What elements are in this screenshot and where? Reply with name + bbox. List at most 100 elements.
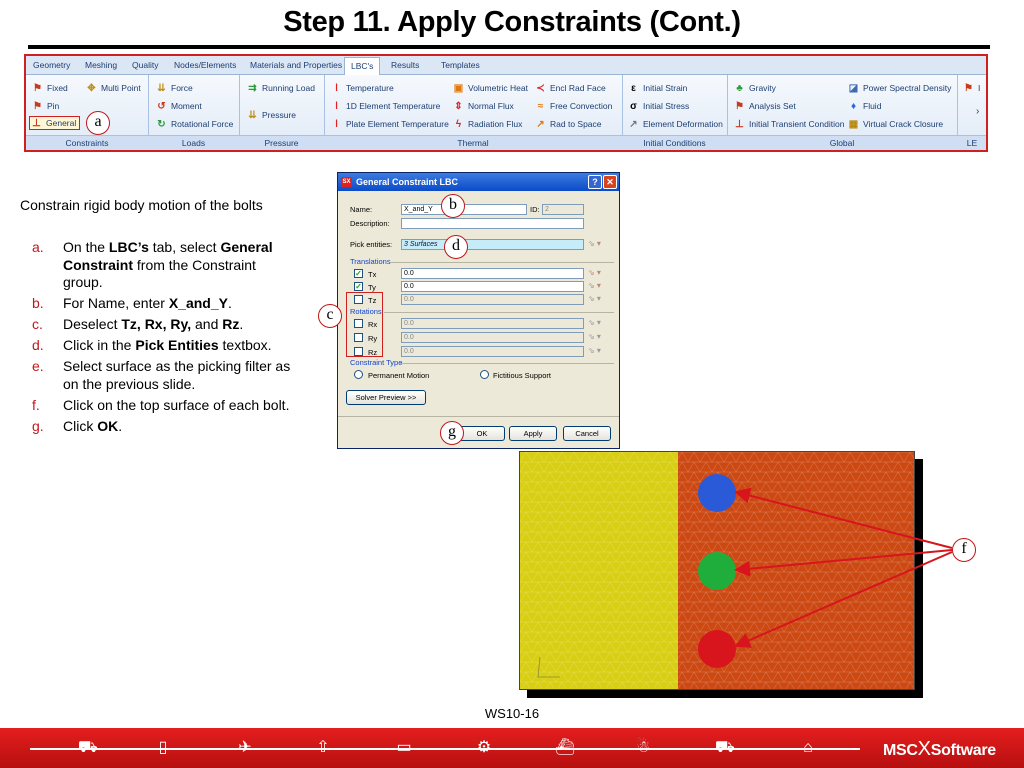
rotational-force-button[interactable]: ↻ Rotational Force [156,117,233,131]
gear-icon: ⚙ [476,739,492,756]
callout-g: g [440,421,464,445]
tz-value-field[interactable]: 0.0 [401,294,584,305]
initial-strain-button[interactable]: ε Initial Strain [628,81,687,95]
ship-icon: ⛴ [554,739,576,756]
close-icon[interactable]: ✕ [603,175,617,189]
power-spectral-density-button[interactable]: ◪ Power Spectral Density [848,81,952,95]
epsilon-icon: ε [631,82,636,94]
group-label-loads: Loads [181,138,206,148]
rad-to-space-icon: ↗ [536,118,545,130]
field-menu-icon[interactable]: ⇘ ▾ [588,346,601,355]
pick-entities-label: Pick entities: [350,240,393,249]
instruction-step: a. On the LBC’s tab, select General Const… [32,239,273,290]
volumetric-heat-icon: ▣ [453,82,464,94]
element-deformation-button[interactable]: ↗ Element Deformation [628,117,723,131]
rotational-force-icon: ↻ [157,118,166,130]
virtual-crack-closure-button[interactable]: ▦ Virtual Crack Closure [848,117,943,131]
normal-flux-button[interactable]: ⇕ Normal Flux [453,99,514,113]
gravity-button[interactable]: ♣ Gravity [734,81,776,95]
bolt-top-surface-blue[interactable] [698,474,736,512]
tab-geometry[interactable]: Geometry [33,58,70,74]
general-constraint-button[interactable]: ⊥ General [29,116,81,130]
airplane-icon: ✈ [238,739,252,756]
running-load-icon: ⇉ [248,82,257,94]
group-label-le: LE [966,138,978,148]
permanent-motion-radio[interactable] [354,370,363,379]
force-button[interactable]: ⇊ Force [156,81,192,95]
field-menu-icon[interactable]: ⇘ ▾ [588,318,601,327]
tab-meshing[interactable]: Meshing [85,58,117,74]
tx-value-field[interactable]: 0.0 [401,268,584,279]
tab-nodes-elements[interactable]: Nodes/Elements [174,58,236,74]
overflow-button[interactable]: ⚑ I [963,81,980,95]
free-convection-button[interactable]: ≈ Free Convection [535,99,613,113]
ty-label: Ty [368,283,376,292]
help-icon[interactable]: ? [588,175,602,189]
rz-value-field[interactable]: 0.0 [401,346,584,357]
tab-results[interactable]: Results [391,58,419,74]
analysis-set-button[interactable]: ⚑ Analysis Set [734,99,796,113]
moment-button[interactable]: ↺ Moment [156,99,201,113]
solver-preview-button[interactable]: Solver Preview >> [346,390,426,405]
dialog-titlebar[interactable]: SX General Constraint LBC ? ✕ [338,173,619,191]
encl-rad-face-button[interactable]: ≺ Encl Rad Face [535,81,605,95]
model-viewport[interactable] [519,451,915,690]
pick-filter-icon[interactable]: ⇘ ▾ [588,239,601,248]
initial-stress-button[interactable]: σ Initial Stress [628,99,689,113]
1d-element-temperature-button[interactable]: ǀ 1D Element Temperature [331,99,440,113]
multi-point-button[interactable]: ✥ Multi Point [86,81,140,95]
id-field[interactable]: 2 [542,204,584,215]
description-field[interactable] [401,218,584,229]
callout-d: d [444,235,468,259]
thermometer-icon: ǀ [335,82,338,94]
instruction-step: f. Click on the top surface of each bolt. [32,396,290,413]
ribbon-tabs: Geometry Meshing Quality Nodes/Elements … [26,56,986,76]
cancel-button[interactable]: Cancel [563,426,611,441]
field-menu-icon[interactable]: ⇘ ▾ [588,332,601,341]
tab-templates[interactable]: Templates [441,58,480,74]
instruction-step: d. Click in the Pick Entities textbox. [32,337,272,353]
rx-value-field[interactable]: 0.0 [401,318,584,329]
encl-rad-face-icon: ≺ [536,82,545,94]
tx-checkbox[interactable]: ✓ [354,269,363,278]
instruction-step: e. Select surface as the picking filter a… [32,358,291,392]
temperature-button[interactable]: ǀ Temperature [331,81,394,95]
instruction-step: c. Deselect Tz, Rx, Ry, and Rz. [32,316,244,332]
tab-quality[interactable]: Quality [132,58,158,74]
ty-value-field[interactable]: 0.0 [401,281,584,292]
ribbon-scroll-right-icon[interactable]: › [976,106,979,117]
tx-label: Tx [368,270,377,279]
fixed-button[interactable]: ⚑ Fixed [32,81,68,95]
section-divider [400,363,614,364]
pressure-button[interactable]: ⇊ Pressure [247,108,296,122]
thermometer-icon: ǀ [335,118,338,130]
running-load-button[interactable]: ⇉ Running Load [247,81,315,95]
plate-element-temperature-button[interactable]: ǀ Plate Element Temperature [331,117,449,131]
sigma-icon: σ [630,100,637,112]
force-icon: ⇊ [157,82,166,94]
field-menu-icon[interactable]: ⇘ ▾ [588,294,601,303]
section-divider [384,312,614,313]
ok-button[interactable]: OK [459,426,505,441]
tab-lbcs[interactable]: LBC's [344,57,381,76]
free-convection-icon: ≈ [537,100,544,112]
pick-entities-field[interactable]: 3 Surfaces [401,239,584,250]
fictitious-support-label: Fictitious Support [493,371,551,380]
field-menu-icon[interactable]: ⇘ ▾ [588,268,601,277]
fictitious-support-radio[interactable] [480,370,489,379]
bolt-top-surface-red[interactable] [698,630,736,668]
rad-to-space-button[interactable]: ↗ Rad to Space [535,117,601,131]
ty-checkbox[interactable]: ✓ [354,282,363,291]
field-menu-icon[interactable]: ⇘ ▾ [588,281,601,290]
radiation-flux-button[interactable]: ϟ Radiation Flux [453,117,523,131]
bolt-top-surface-green[interactable] [698,552,736,590]
group-label-constraints: Constraints [65,138,109,148]
fluid-button[interactable]: ♦ Fluid [848,99,882,113]
tab-materials-properties[interactable]: Materials and Properties [250,58,342,74]
volumetric-heat-button[interactable]: ▣ Volumetric Heat [453,81,528,95]
apply-button[interactable]: Apply [509,426,557,441]
initial-transient-condition-button[interactable]: ⊥ Initial Transient Condition [734,117,844,131]
pin-button[interactable]: ⚑ Pin [32,99,59,113]
ry-value-field[interactable]: 0.0 [401,332,584,343]
description-label: Description: [350,219,390,228]
